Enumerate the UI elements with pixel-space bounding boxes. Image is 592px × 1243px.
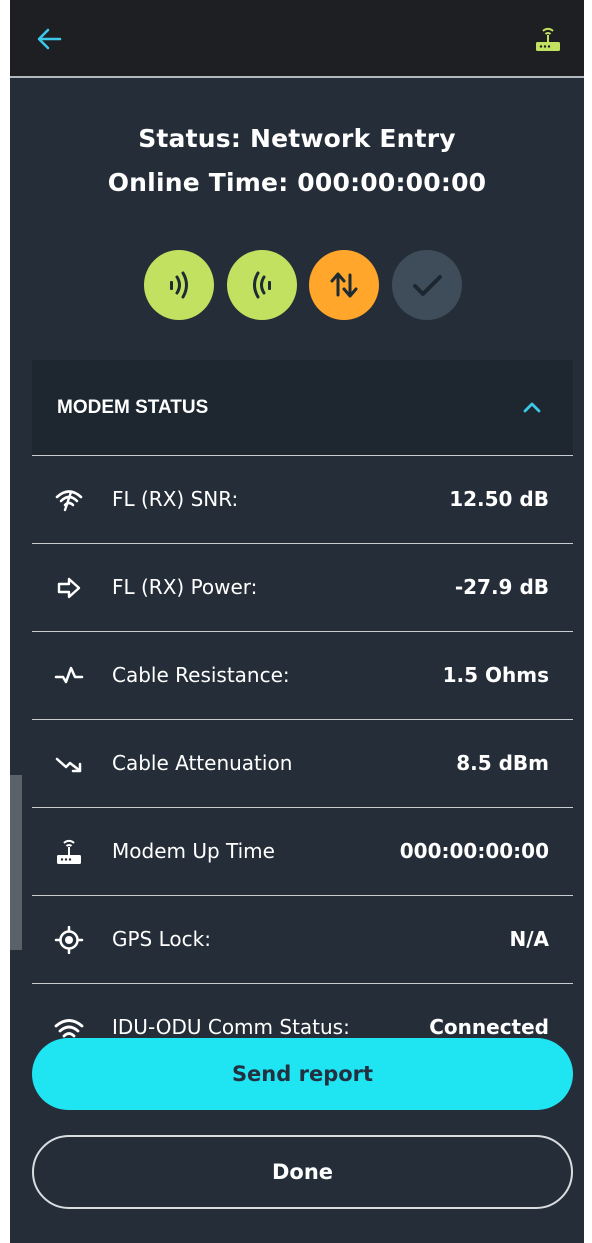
status-row-gps: GPS Lock: N/A xyxy=(32,895,573,983)
indicator-signal-in xyxy=(227,250,297,320)
send-report-button[interactable]: Send report xyxy=(32,1038,573,1110)
row-label: FL (RX) SNR: xyxy=(112,487,239,511)
checkmark-icon xyxy=(413,275,442,296)
done-button[interactable]: Done xyxy=(32,1135,573,1209)
indicator-signal-out xyxy=(144,250,214,320)
row-value: Connected xyxy=(429,1015,549,1039)
row-label: GPS Lock: xyxy=(112,927,211,951)
indicator-data-transfer xyxy=(309,250,379,320)
status-row-resistance: Cable Resistance: 1.5 Ohms xyxy=(32,631,573,719)
gps-target-icon xyxy=(54,926,84,954)
status-row-uptime: Modem Up Time 000:00:00:00 xyxy=(32,807,573,895)
status-row-power: FL (RX) Power: -27.9 dB xyxy=(32,543,573,631)
row-value: 000:00:00:00 xyxy=(399,839,549,863)
modem-status-header[interactable]: MODEM STATUS xyxy=(32,360,573,455)
scroll-indicator xyxy=(10,775,22,950)
signal-snr-icon xyxy=(55,490,83,512)
arrow-right-icon xyxy=(57,577,81,599)
status-row-attenuation: Cable Attenuation 8.5 dBm xyxy=(32,719,573,807)
indicator-connected xyxy=(392,250,462,320)
row-value: -27.9 dB xyxy=(454,575,549,599)
chevron-up-icon[interactable] xyxy=(521,398,543,416)
trend-down-icon xyxy=(55,757,82,773)
online-time: Online Time: 000:00:00:00 xyxy=(107,168,487,197)
arrow-left-icon xyxy=(37,28,62,50)
up-down-arrows-icon xyxy=(330,272,358,298)
row-label: Modem Up Time xyxy=(112,839,275,863)
row-value: 1.5 Ohms xyxy=(442,663,549,687)
row-label: IDU-ODU Comm Status: xyxy=(112,1015,350,1039)
row-label: FL (RX) Power: xyxy=(112,575,258,599)
row-value: N/A xyxy=(509,927,549,951)
status-title: Status: Network Entry xyxy=(138,124,456,153)
modem-icon xyxy=(57,839,81,864)
section-title: MODEM STATUS xyxy=(57,397,209,418)
signal-in-icon xyxy=(253,271,271,299)
row-label: Cable Resistance: xyxy=(112,663,290,687)
back-button[interactable] xyxy=(34,24,64,54)
row-value: 8.5 dBm xyxy=(456,751,549,775)
row-label: Cable Attenuation xyxy=(112,751,293,775)
row-value: 12.50 dB xyxy=(449,487,549,511)
pulse-icon xyxy=(54,666,84,684)
modem-icon xyxy=(536,27,560,51)
app-bar xyxy=(10,0,584,78)
app-screen: Status: Network Entry Online Time: 000:0… xyxy=(10,0,584,1243)
modem-status-button[interactable] xyxy=(532,22,564,54)
signal-out-icon xyxy=(170,271,188,299)
status-row-snr: FL (RX) SNR: 12.50 dB xyxy=(32,455,573,543)
